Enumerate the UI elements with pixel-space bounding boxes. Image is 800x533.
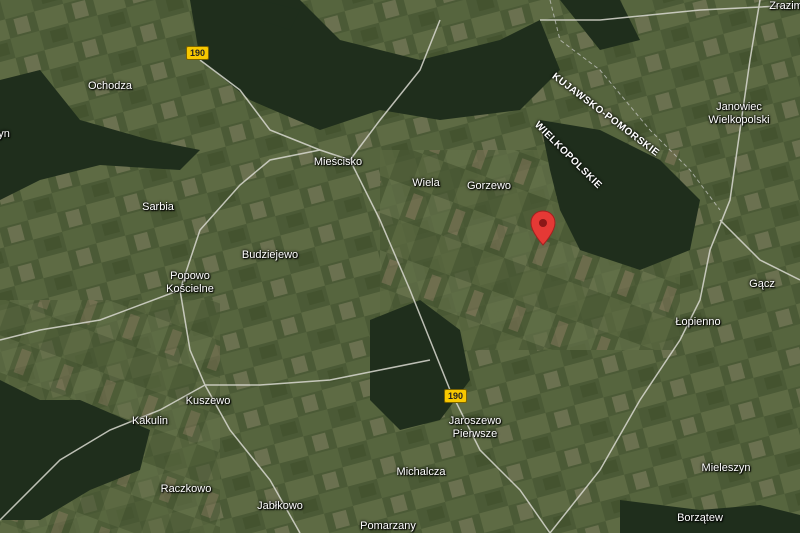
map-pin-icon[interactable] <box>530 210 556 246</box>
place-gorzewo[interactable]: Gorzewo <box>467 180 511 193</box>
road-190-shield: 190 <box>444 389 468 403</box>
place-budziejewo[interactable]: Budziejewo <box>242 249 298 262</box>
place-janowiec-wielkopolski[interactable]: Janowiec Wielkopolski <box>708 101 769 127</box>
place-yn[interactable]: yn <box>0 128 10 141</box>
place-miescisko[interactable]: Mieścisko <box>314 156 362 169</box>
place-sarbia[interactable]: Sarbia <box>142 201 174 214</box>
place-wiela[interactable]: Wiela <box>412 177 440 190</box>
place-gacz[interactable]: Gącz <box>749 278 775 291</box>
place-raczkowo[interactable]: Raczkowo <box>161 483 212 496</box>
place-michalcza[interactable]: Michalcza <box>397 466 446 479</box>
map-view[interactable]: 190 190 KUJAWSKO-POMORSKIE WIELKOPOLSKIE… <box>0 0 800 533</box>
place-lopienno[interactable]: Łopienno <box>675 316 720 329</box>
place-jablkowo[interactable]: Jabłkowo <box>257 500 303 513</box>
place-pomarzany[interactable]: Pomarzany <box>360 520 416 533</box>
place-borzatew[interactable]: Borzątew <box>677 512 723 525</box>
place-popowo-koscielne[interactable]: Popowo Kościelne <box>166 270 214 296</box>
place-kuszewo[interactable]: Kuszewo <box>186 395 231 408</box>
place-zrazim[interactable]: Zrazim <box>769 0 800 13</box>
place-jaroszewo-pierwsze[interactable]: Jaroszewo Pierwsze <box>449 415 502 441</box>
place-ochodza[interactable]: Ochodza <box>88 80 132 93</box>
place-mieleszyn[interactable]: Mieleszyn <box>702 462 751 475</box>
road-190-shield: 190 <box>186 46 210 60</box>
place-kakulin[interactable]: Kakulin <box>132 415 168 428</box>
